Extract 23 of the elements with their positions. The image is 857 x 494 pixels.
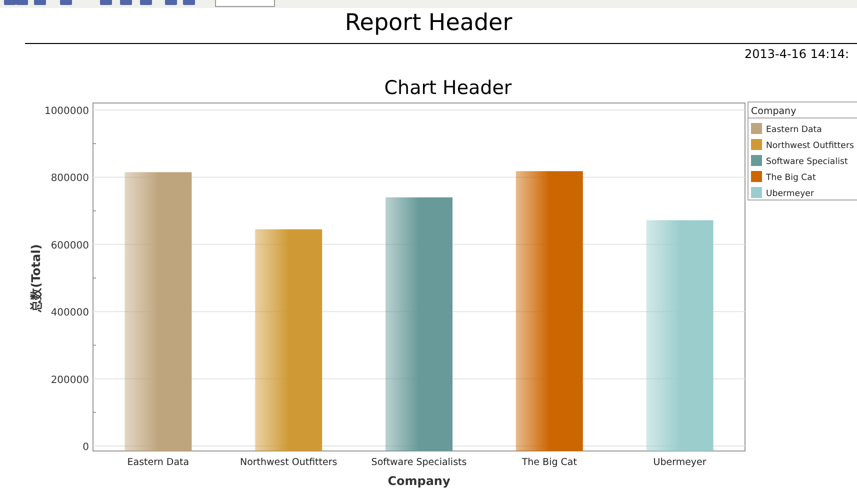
y-tick-label: 800000 [50,173,89,184]
legend-label: The Big Cat [766,173,816,183]
x-tick-label: Ubermeyer [653,457,706,468]
y-tick-label: 600000 [50,240,89,252]
x-tick-label: Eastern Data [127,457,190,468]
timestamp: 2013-4-16 14:14: [744,46,849,63]
x-tick-label: Software Specialists [371,457,467,468]
x-axis-title: Company [388,474,450,488]
legend-title: Company [751,106,796,117]
page-field[interactable] [215,0,275,7]
y-tick-label: 200000 [50,374,89,386]
legend-label: Software Specialist [766,157,848,167]
x-tick-label: Northwest Outfitters [240,457,338,468]
legend-label: Northwest Outfitters [766,141,854,151]
report-title: Report Header [344,9,514,38]
y-axis-title: 总数(Total) [29,244,43,312]
legend-label: Eastern Data [766,125,822,135]
x-tick-label: The Big Cat [522,457,577,468]
legend-label: Ubermeyer [766,189,814,199]
chart-title: Chart Header [384,77,512,99]
y-tick-label: 1000000 [44,106,89,117]
y-tick-label: 0 [82,442,89,453]
y-tick-label: 400000 [50,308,89,319]
